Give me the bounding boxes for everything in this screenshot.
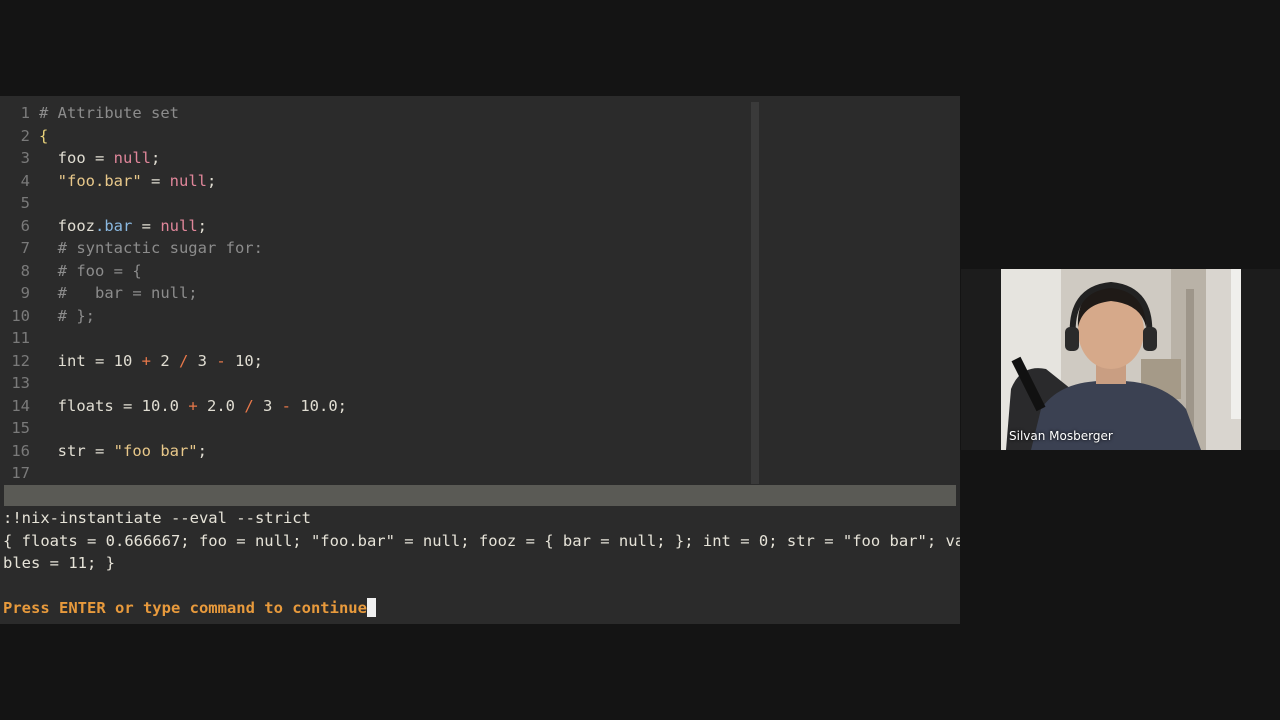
line-number: 17 (11, 464, 30, 482)
code-line[interactable]: 6 fooz.bar = null; (0, 215, 207, 238)
line-number: 9 (20, 284, 30, 302)
line-number: 16 (11, 441, 30, 460)
code-token: 2.0 (197, 396, 245, 415)
webcam-video (1001, 269, 1241, 450)
line-number: 15 (11, 419, 30, 437)
continue-prompt-row[interactable]: Press ENTER or type command to continue (3, 597, 376, 620)
code-line[interactable]: 12 int = 10 + 2 / 3 - 10; (0, 350, 263, 373)
line-number: 4 (20, 171, 30, 190)
command-output-line: bles = 11; } (3, 554, 115, 572)
code-token: null (169, 171, 207, 190)
code-token: ; (197, 216, 207, 235)
line-content: # bar = null; (39, 284, 198, 302)
status-line (4, 485, 956, 506)
code-token: null (113, 149, 151, 167)
code-token: "foo bar" (113, 441, 198, 460)
code-line[interactable]: 9 # bar = null; (0, 282, 198, 305)
line-content: { (39, 127, 48, 145)
screen-share-area: 1 # Attribute set 2{3 foo = null; 4 "foo.ba… (0, 0, 960, 720)
code-token: - (281, 396, 292, 415)
code-token: null (160, 216, 198, 235)
webcam-tile[interactable]: Silvan Mosberger (961, 269, 1280, 450)
code-token: 3 (188, 351, 217, 370)
code-token: .bar (95, 216, 133, 235)
line-content: # foo = { (39, 262, 142, 280)
code-line[interactable]: 14 floats = 10.0 + 2.0 / 3 - 10.0; (0, 395, 347, 418)
code-line[interactable]: 11 (0, 327, 39, 350)
command-output-line: { floats = 0.666667; foo = null; "foo.ba… (3, 531, 960, 550)
line-number: 7 (20, 239, 30, 257)
code-token: str = (39, 441, 114, 460)
continue-prompt: Press ENTER or type command to continue (3, 599, 367, 617)
code-token: fooz (39, 216, 95, 235)
code-token: + (188, 396, 198, 415)
line-content: foo = null; (39, 149, 161, 167)
line-number: 8 (20, 261, 30, 280)
code-line[interactable]: 16 str = "foo bar"; (0, 440, 207, 463)
code-token: 10; (225, 351, 264, 370)
participant-name-label: Silvan Mosberger (1009, 429, 1113, 443)
code-token: # bar = null; (39, 284, 198, 302)
code-token: + (141, 351, 151, 370)
code-line[interactable]: 4 "foo.bar" = null; (0, 170, 217, 193)
code-token: # foo = { (39, 261, 142, 280)
code-token: = (132, 216, 161, 235)
line-number: 3 (20, 149, 30, 167)
code-line[interactable]: 7 # syntactic sugar for: (0, 237, 263, 260)
code-line[interactable]: 3 foo = null; (0, 147, 161, 170)
code-token: 3 (253, 396, 282, 415)
code-line[interactable]: 10 # }; (0, 305, 95, 328)
code-token: 10.0; (291, 396, 348, 415)
vim-editor-window[interactable]: 1 # Attribute set 2{3 foo = null; 4 "foo.ba… (0, 96, 960, 624)
code-token: ; (150, 149, 161, 167)
code-token: # }; (39, 306, 95, 325)
code-token: / (179, 351, 189, 370)
line-number: 6 (20, 216, 30, 235)
code-token: - (216, 351, 226, 370)
code-line[interactable]: 2{ (0, 125, 49, 148)
line-content: # Attribute set (39, 104, 179, 122)
line-content: "foo.bar" = null; (39, 171, 217, 190)
line-content: floats = 10.0 + 2.0 / 3 - 10.0; (39, 397, 347, 415)
line-number: 12 (11, 351, 30, 370)
code-token: = (141, 171, 170, 190)
code-line[interactable]: 13 (0, 372, 39, 395)
line-content: int = 10 + 2 / 3 - 10; (39, 352, 263, 370)
code-token: / (244, 396, 254, 415)
line-number: 1 (20, 104, 30, 122)
line-content: str = "foo bar"; (39, 442, 207, 460)
line-number: 11 (11, 329, 30, 347)
code-line[interactable]: 1 # Attribute set (0, 102, 179, 125)
code-line[interactable]: 17 (0, 462, 39, 485)
line-content: fooz.bar = null; (39, 217, 207, 235)
text-cursor (366, 598, 376, 617)
code-line[interactable]: 15 (0, 417, 39, 440)
command-line: :!nix-instantiate --eval --strict (3, 509, 311, 527)
code-token: floats = 10.0 (39, 396, 189, 415)
code-token: int = 10 (39, 351, 142, 370)
code-token: "foo.bar" (39, 171, 142, 190)
code-line[interactable]: 5 (0, 192, 39, 215)
line-number: 5 (20, 194, 30, 212)
code-token: 2 (151, 351, 179, 370)
line-number: 2 (20, 126, 30, 145)
line-number: 14 (11, 396, 30, 415)
code-token: # Attribute set (39, 104, 179, 122)
code-token: ; (197, 441, 207, 460)
webcam-person-image (1001, 269, 1241, 450)
vertical-split-bar[interactable] (751, 102, 759, 484)
code-token: { (39, 126, 49, 145)
line-content: # }; (39, 307, 95, 325)
code-line[interactable]: 8 # foo = { (0, 260, 142, 283)
line-content: # syntactic sugar for: (39, 239, 263, 257)
line-number: 10 (11, 306, 30, 325)
code-token: foo = (39, 149, 114, 167)
code-token: ; (206, 171, 217, 190)
code-token: # syntactic sugar for: (39, 239, 263, 257)
line-number: 13 (11, 374, 30, 392)
